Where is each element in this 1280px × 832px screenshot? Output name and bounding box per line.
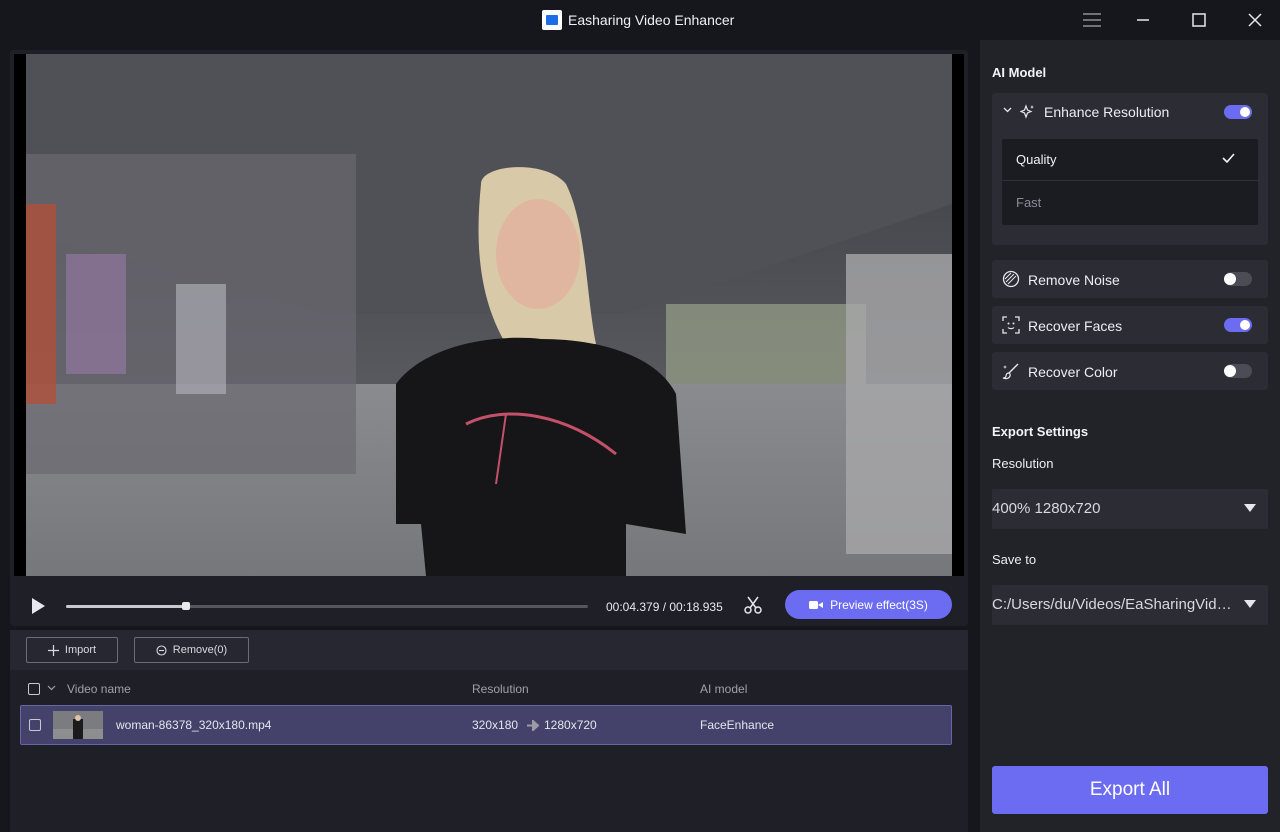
noise-icon: [1002, 270, 1020, 288]
row-ai-model: FaceEnhance: [700, 718, 775, 732]
mode-option-label: Fast: [1016, 195, 1042, 210]
table-row[interactable]: woman-86378_320x180.mp4 320x180 1280x720…: [20, 705, 952, 745]
recover-faces-label: Recover Faces: [1028, 318, 1123, 334]
mode-option-fast[interactable]: Fast: [1002, 182, 1258, 224]
remove-label: Remove(0): [172, 644, 228, 656]
app-title: Easharing Video Enhancer: [542, 10, 734, 30]
save-path-value: C:/Users/du/Videos/EaSharingVideoEnhance…: [992, 596, 1237, 613]
dropdown-arrow-icon: [1244, 504, 1256, 512]
video-thumbnail: [53, 711, 103, 739]
app-title-text: Easharing Video Enhancer: [568, 12, 735, 28]
ai-model-title: AI Model: [992, 65, 1047, 80]
column-ai-model[interactable]: AI model: [700, 682, 747, 696]
recover-color-toggle[interactable]: [1224, 364, 1252, 378]
title-bar: Easharing Video Enhancer: [0, 0, 1280, 40]
remove-noise-toggle[interactable]: [1224, 272, 1252, 286]
save-path-select[interactable]: C:/Users/du/Videos/EaSharingVideoEnhance…: [992, 585, 1268, 625]
recover-faces-card: Recover Faces: [992, 306, 1268, 344]
scissors-icon[interactable]: [743, 595, 763, 615]
export-all-button[interactable]: Export All: [992, 766, 1268, 814]
preview-effect-label: Preview effect(3S): [830, 597, 928, 612]
arrow-right-icon: [527, 720, 539, 731]
preview-effect-button[interactable]: Preview effect(3S): [785, 590, 952, 619]
save-to-label: Save to: [992, 552, 1037, 567]
enhance-mode-list: Quality Fast: [1002, 139, 1258, 225]
row-source-resolution: 320x180: [472, 718, 519, 732]
import-label: Import: [64, 644, 97, 656]
remove-circle-icon: [156, 644, 167, 656]
import-button[interactable]: Import: [26, 637, 118, 663]
remove-noise-card: Remove Noise: [992, 260, 1268, 298]
mode-option-quality[interactable]: Quality: [1002, 139, 1258, 181]
row-file-name: woman-86378_320x180.mp4: [116, 718, 272, 732]
video-camera-icon: [809, 600, 824, 609]
row-target-resolution: 1280x720: [544, 718, 597, 732]
sparkle-icon: [1020, 104, 1034, 119]
resolution-label: Resolution: [992, 456, 1054, 471]
seek-bar-handle[interactable]: [181, 602, 190, 610]
enhance-resolution-toggle[interactable]: [1224, 105, 1252, 119]
enhance-resolution-card: Enhance Resolution Quality Fast: [992, 93, 1268, 245]
recover-faces-toggle[interactable]: [1224, 318, 1252, 332]
enhance-resolution-label: Enhance Resolution: [1044, 104, 1170, 120]
file-toolbar: Import Remove(0): [10, 630, 968, 670]
maximize-icon[interactable]: [1187, 8, 1211, 32]
file-list-panel: Import Remove(0) Video name Resolution A…: [10, 630, 968, 832]
chevron-down-icon[interactable]: [1003, 107, 1012, 113]
time-display: 00:04.379 / 00:18.935: [606, 600, 723, 614]
app-logo-icon: [542, 10, 562, 30]
color-brush-icon: [1002, 363, 1019, 380]
remove-button[interactable]: Remove(0): [134, 637, 249, 663]
player-controls: 00:04.379 / 00:18.935 Preview effect(3S): [14, 576, 964, 626]
settings-panel: AI Model Enhance Resolution Quality Fast…: [980, 40, 1280, 832]
play-icon[interactable]: [28, 596, 48, 616]
video-frame-image: [26, 54, 952, 576]
face-scan-icon: [1002, 316, 1020, 334]
menu-icon[interactable]: [1080, 8, 1104, 32]
close-icon[interactable]: [1243, 8, 1267, 32]
seek-bar[interactable]: [66, 602, 588, 610]
column-video-name[interactable]: Video name: [67, 682, 131, 696]
video-preview[interactable]: [14, 54, 964, 576]
seek-bar-progress: [66, 605, 186, 608]
select-all-checkbox[interactable]: [28, 683, 40, 695]
chevron-down-icon[interactable]: [47, 685, 56, 691]
resolution-value: 400% 1280x720: [992, 500, 1101, 517]
check-icon: [1222, 153, 1235, 163]
column-resolution[interactable]: Resolution: [472, 682, 529, 696]
row-checkbox[interactable]: [29, 719, 41, 731]
minimize-icon[interactable]: [1131, 8, 1155, 32]
plus-icon: [47, 644, 59, 656]
remove-noise-label: Remove Noise: [1028, 272, 1120, 288]
resolution-select[interactable]: 400% 1280x720: [992, 489, 1268, 529]
recover-color-label: Recover Color: [1028, 364, 1118, 380]
mode-option-label: Quality: [1016, 152, 1057, 167]
export-settings-title: Export Settings: [992, 424, 1089, 439]
dropdown-arrow-icon: [1244, 600, 1256, 608]
recover-color-card: Recover Color: [992, 352, 1268, 390]
